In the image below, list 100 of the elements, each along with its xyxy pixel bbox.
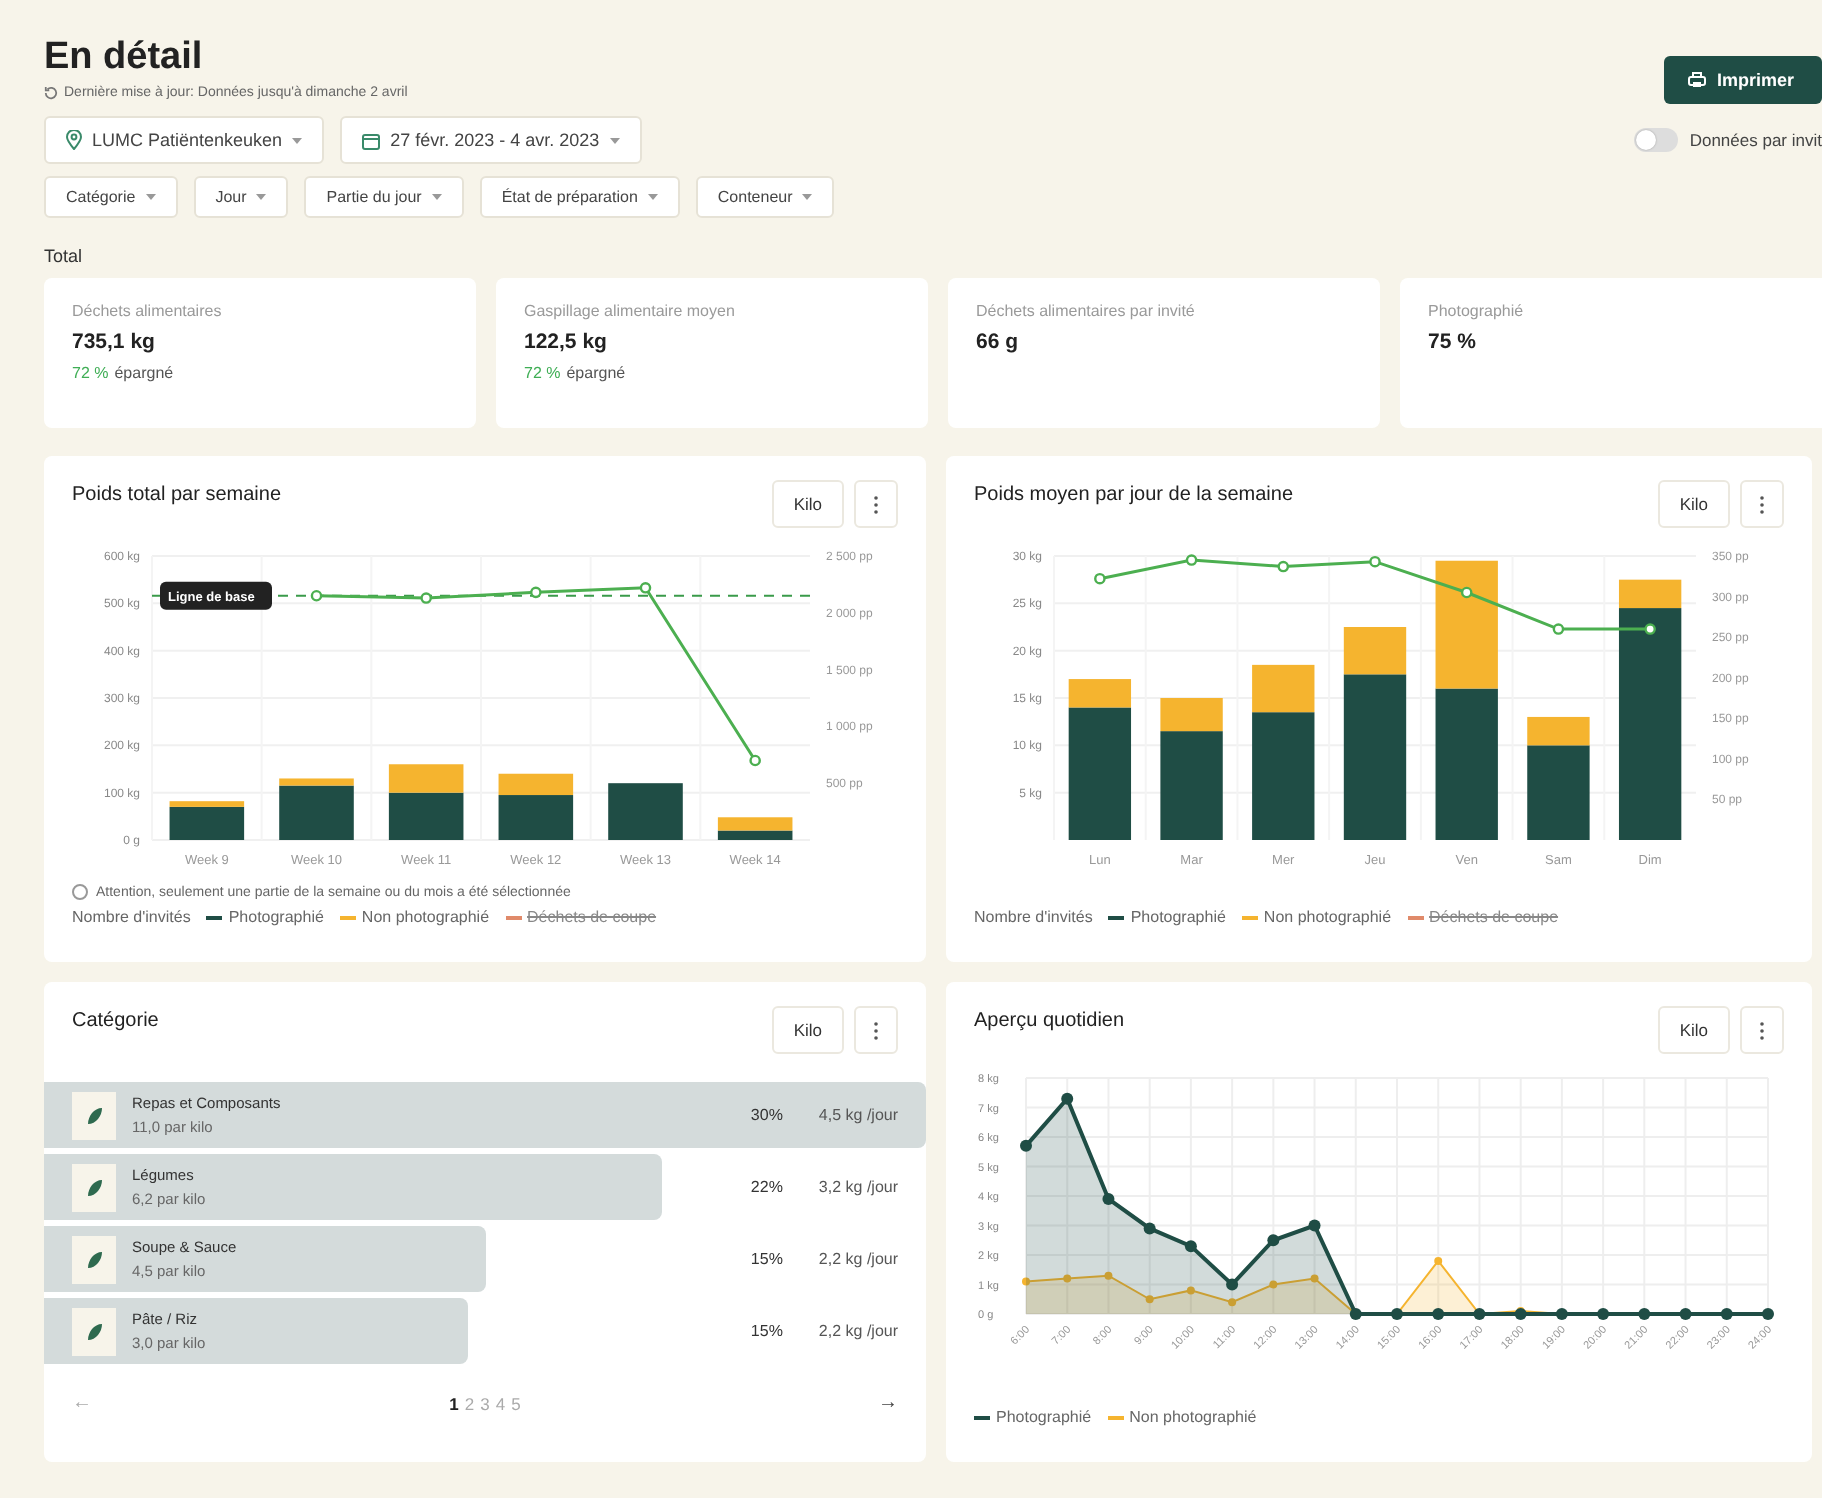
chart-bar — [1435, 560, 1498, 689]
point — [1102, 1192, 1115, 1205]
stat-label: Photographié — [1428, 302, 1526, 320]
point — [1460, 586, 1473, 599]
point — [1186, 1286, 1195, 1295]
point — [1308, 1219, 1321, 1232]
point — [1269, 1280, 1278, 1289]
saved-percent: 72 % — [524, 364, 561, 382]
chevron-icon — [431, 194, 442, 200]
point — [639, 582, 652, 594]
point — [1432, 1308, 1445, 1320]
legend-item[interactable]: Non photographié — [339, 908, 490, 926]
food-icon — [72, 1307, 116, 1355]
chevron-icon — [256, 194, 267, 200]
point — [1552, 623, 1565, 635]
category-share: 15% — [750, 1250, 785, 1268]
point — [1104, 1271, 1113, 1280]
more-button[interactable] — [1740, 1006, 1784, 1054]
point — [1267, 1234, 1280, 1247]
stat-value: 75 % — [1428, 330, 1478, 354]
legend-item[interactable]: Photographié — [206, 908, 324, 926]
stat-value: 66 g — [976, 330, 1021, 354]
category-per-day: 2,2 kg /jour — [818, 1322, 898, 1340]
point — [1063, 1274, 1072, 1283]
point — [1143, 1222, 1156, 1235]
saved-label: épargné — [566, 364, 626, 382]
more-button[interactable] — [1740, 480, 1784, 528]
stat-value: 735,1 kg — [72, 330, 157, 354]
category-per-day: 3,2 kg /jour — [818, 1178, 898, 1196]
legend-item[interactable]: Photographié — [974, 1408, 1092, 1426]
legend-item[interactable]: Déchets de coupe — [1407, 908, 1559, 926]
point — [1184, 1240, 1197, 1253]
food-icon — [72, 1091, 116, 1139]
section-label: Total — [44, 246, 85, 266]
unit-dropdown[interactable]: Kilo — [771, 1006, 844, 1054]
next-page-button[interactable]: → — [877, 1392, 898, 1414]
legend-item[interactable]: Non photographié — [1241, 908, 1392, 926]
legend-item[interactable]: Photographié — [1108, 908, 1226, 926]
location-dropdown[interactable]: LUMC Patiëntenkeuken — [44, 116, 325, 164]
point — [1185, 554, 1198, 566]
per-guest-toggle[interactable]: Données par invit — [1633, 128, 1822, 152]
category-share: 30% — [750, 1106, 785, 1124]
point — [1226, 1278, 1239, 1291]
card-title: Poids total par semaine — [72, 484, 282, 506]
point — [1094, 572, 1106, 585]
stat-label: Déchets alimentaires — [72, 302, 224, 320]
filter-dropdown[interactable]: Catégorie — [44, 176, 178, 218]
filter-dropdown[interactable]: Jour — [193, 176, 289, 218]
category-share: 22% — [750, 1178, 785, 1196]
info-icon — [72, 884, 88, 900]
filter-dropdown[interactable]: Partie du jour — [304, 176, 464, 218]
filter-dropdown[interactable]: Conteneur — [695, 176, 835, 218]
printer-icon — [1688, 72, 1707, 88]
point — [1228, 1298, 1237, 1307]
more-button[interactable] — [854, 1006, 898, 1054]
filter-dropdown[interactable]: État de préparation — [479, 176, 680, 218]
legend-item[interactable]: Nombre d'invités — [974, 908, 1093, 926]
chevron-icon — [802, 194, 813, 200]
legend-item[interactable]: Nombre d'invités — [72, 908, 191, 926]
point — [1061, 1092, 1074, 1105]
chevron-icon — [145, 194, 156, 200]
point — [1145, 1295, 1154, 1304]
food-icon — [72, 1163, 116, 1211]
point — [749, 754, 761, 767]
saved-label: épargné — [114, 364, 174, 382]
category-share: 15% — [750, 1322, 785, 1340]
page-button[interactable]: 1 — [449, 1393, 459, 1413]
refresh-icon — [44, 86, 58, 100]
point — [1369, 555, 1381, 568]
point — [310, 589, 323, 602]
date-range-dropdown[interactable]: 27 févr. 2023 - 4 avr. 2023 — [340, 116, 642, 164]
point — [1310, 1274, 1319, 1283]
saved-percent: 72 % — [72, 364, 109, 382]
point — [1277, 560, 1290, 573]
page-title: En détail — [44, 36, 205, 80]
legend-item[interactable]: Non photographié — [1107, 1408, 1257, 1426]
point — [1644, 623, 1656, 635]
category-per-day: 2,2 kg /jour — [818, 1250, 898, 1268]
food-icon — [72, 1235, 116, 1283]
point — [1022, 1277, 1030, 1286]
card-title: Catégorie — [72, 1010, 159, 1032]
unit-dropdown[interactable]: Kilo — [771, 480, 844, 528]
chevron-icon — [609, 137, 620, 143]
more-button[interactable] — [854, 480, 898, 528]
card-title: Poids moyen par jour de la semaine — [974, 484, 1294, 506]
chevron-icon — [292, 137, 303, 143]
print-button[interactable]: Imprimer — [1664, 56, 1822, 104]
calendar-icon — [362, 131, 381, 149]
stat-label: Gaspillage alimentaire moyen — [524, 302, 737, 320]
legend-item[interactable]: Déchets de coupe — [505, 908, 657, 926]
stat-label: Déchets alimentaires par invité — [976, 302, 1197, 320]
card-title: Aperçu quotidien — [974, 1010, 1125, 1032]
unit-dropdown[interactable]: Kilo — [1657, 480, 1730, 528]
point — [1020, 1139, 1032, 1152]
location-pin-icon — [66, 130, 82, 150]
stat-value: 122,5 kg — [524, 330, 609, 354]
chevron-icon — [647, 194, 658, 200]
chart-bar — [608, 783, 683, 840]
point — [530, 586, 542, 599]
unit-dropdown[interactable]: Kilo — [1657, 1006, 1730, 1054]
